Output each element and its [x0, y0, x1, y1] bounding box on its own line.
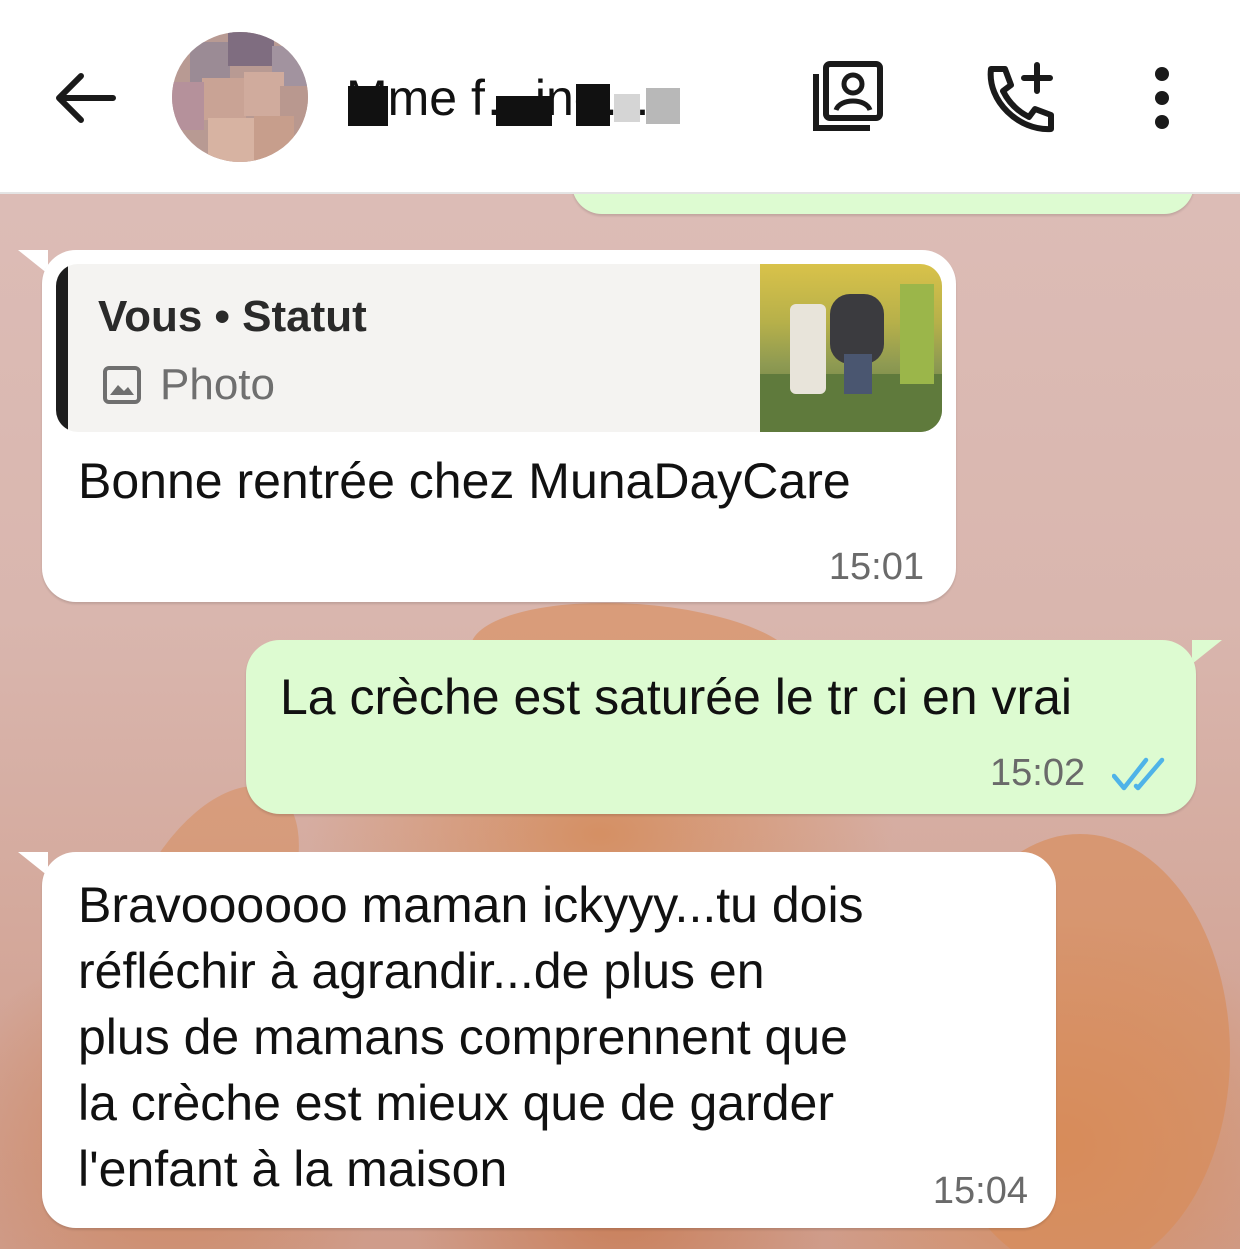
phone-plus-icon — [987, 62, 1054, 133]
add-call-button[interactable] — [976, 56, 1060, 140]
message-text: La crèche est saturée le tr ci en vrai — [280, 669, 1073, 725]
more-vertical-icon — [1155, 67, 1169, 129]
previous-message-bubble[interactable] — [572, 194, 1194, 214]
quote-type-label: Photo — [160, 360, 275, 409]
read-receipt-icon — [1112, 757, 1165, 791]
message-bubble-outgoing[interactable]: La crèche est saturée le tr ci en vrai 1… — [246, 640, 1196, 814]
quote-accent-bar — [56, 264, 68, 432]
message-time: 15:04 — [932, 1170, 1028, 1212]
message-bubble-incoming[interactable]: Vous • Statut Photo Bonne rentrée chez M… — [42, 250, 956, 602]
status-photo-thumbnail — [760, 264, 942, 432]
arrow-left-icon — [56, 73, 116, 123]
message-text: Bonne rentrée chez MunaDayCare — [78, 453, 851, 509]
quote-subtitle: Photo — [102, 360, 275, 410]
contact-name[interactable]: Mme f…ine… — [346, 62, 766, 134]
message-bubble-incoming[interactable]: Bravoooooo maman ickyyy...tu dois réfléc… — [42, 852, 1056, 1228]
quoted-status[interactable]: Vous • Statut Photo — [56, 264, 942, 432]
chat-area[interactable]: Vous • Statut Photo Bonne rentrée chez M… — [0, 194, 1240, 1249]
chat-header: Mme f…ine… — [0, 0, 1240, 194]
contact-card-button[interactable] — [806, 54, 890, 138]
quote-title: Vous • Statut — [98, 292, 367, 341]
message-time: 15:01 — [828, 546, 924, 588]
message-text: Bravoooooo maman ickyyy...tu dois réfléc… — [78, 877, 864, 1197]
message-time: 15:02 — [990, 752, 1086, 794]
back-button[interactable] — [40, 56, 130, 140]
more-options-button[interactable] — [1130, 56, 1194, 140]
contact-card-icon — [813, 61, 883, 131]
bubble-tail — [1192, 640, 1222, 664]
avatar[interactable] — [172, 32, 308, 162]
image-icon — [103, 366, 141, 404]
